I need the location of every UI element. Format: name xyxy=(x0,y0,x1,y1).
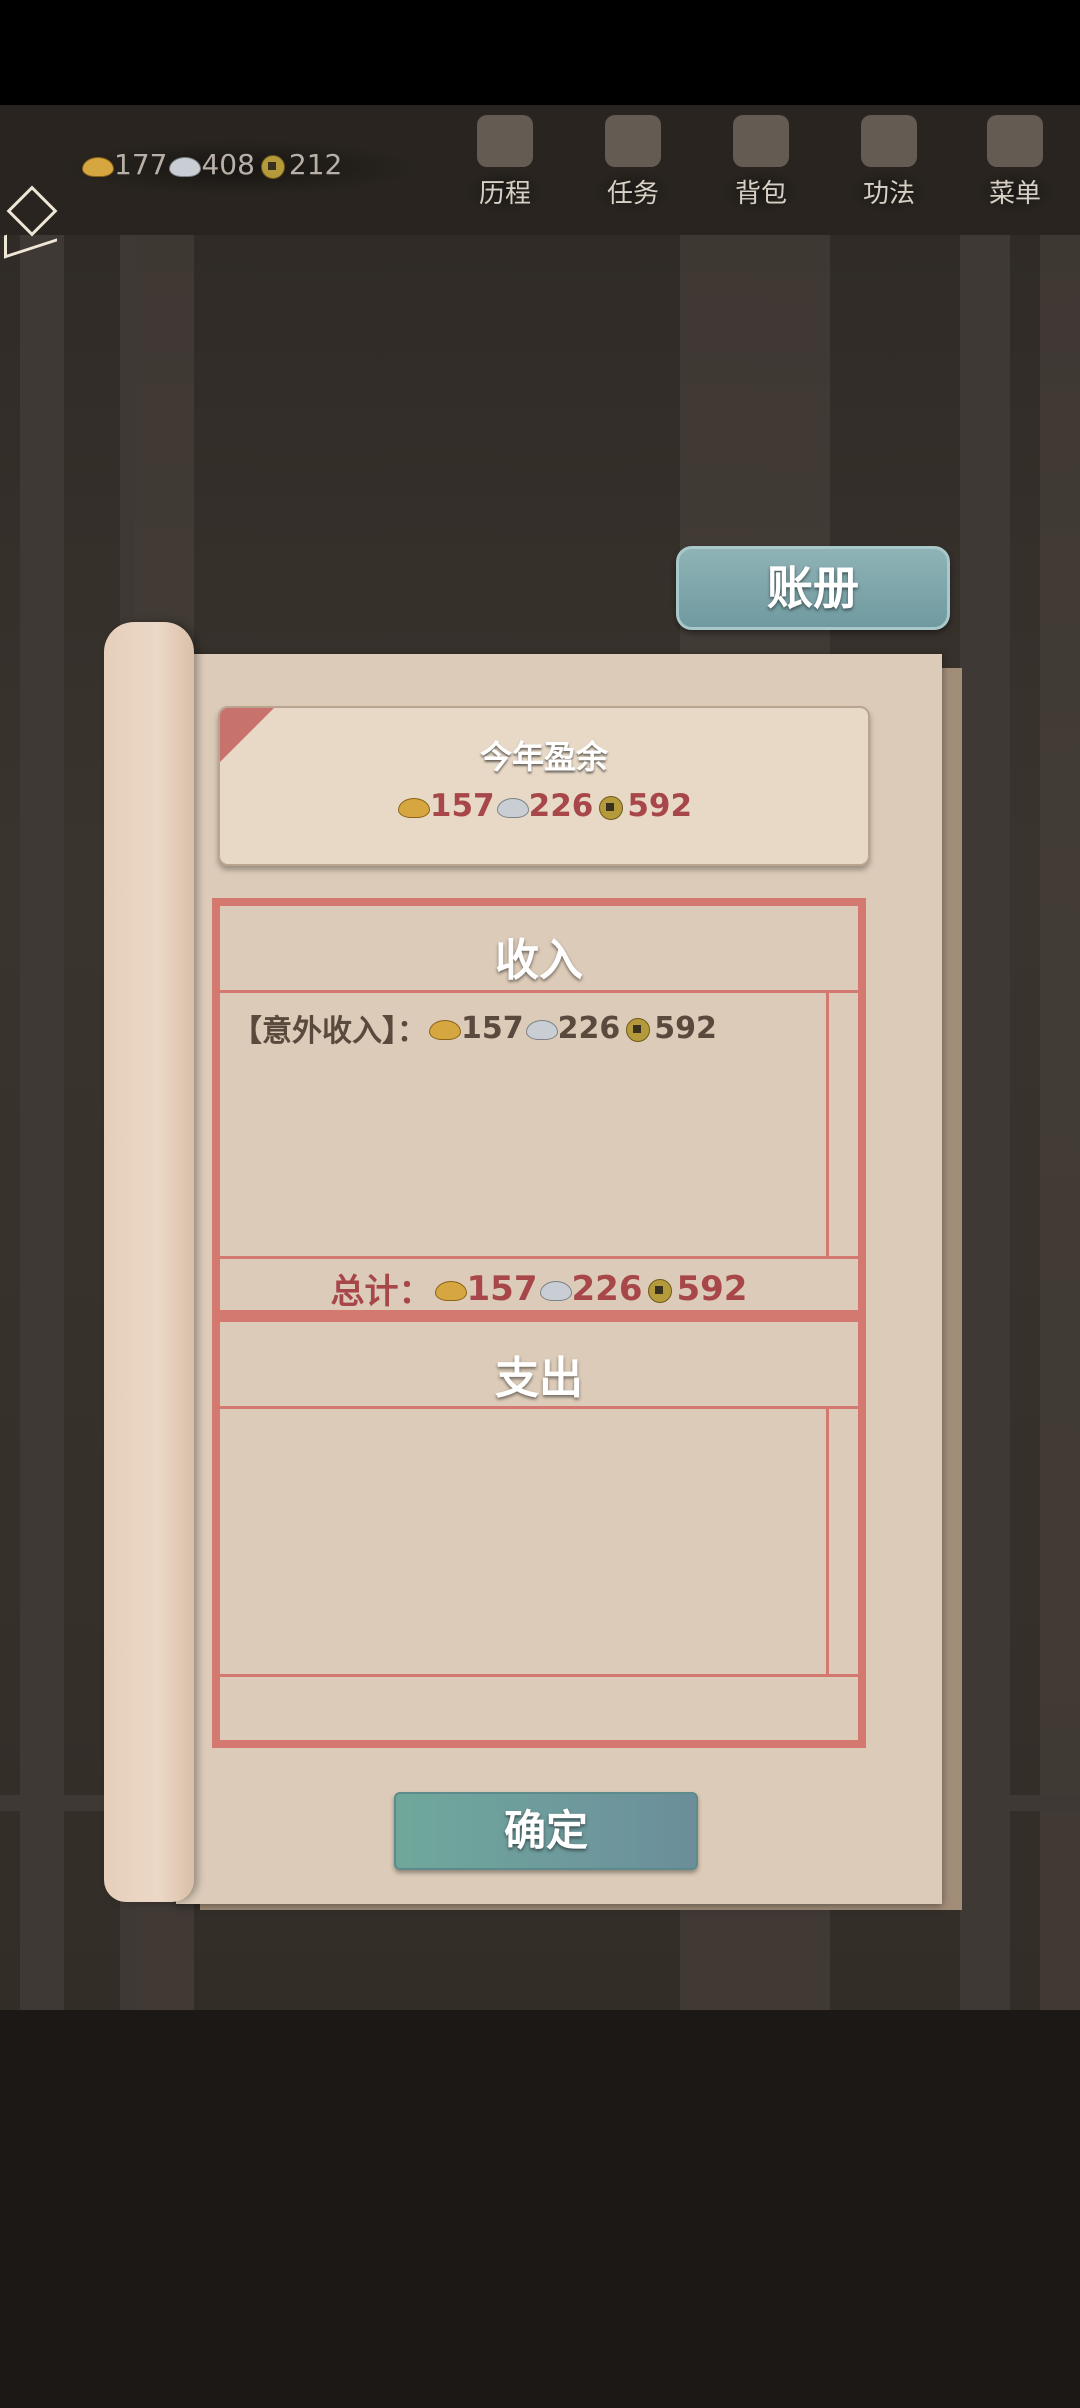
copper-coin-icon xyxy=(642,1277,676,1303)
nav-bag-label: 背包 xyxy=(722,171,799,212)
copper-coin-icon xyxy=(620,1016,654,1042)
scroll-sage-icon xyxy=(477,115,533,167)
currency-bar: 177 408 212 xyxy=(80,148,342,181)
income-entry: 【意外收入】： 157 226 592 xyxy=(232,1006,717,1050)
nav-tasks-label: 任务 xyxy=(594,171,671,212)
silver-value: 408 xyxy=(201,148,255,181)
income-entry-silver: 226 xyxy=(557,1010,621,1046)
gold-ingot-icon xyxy=(396,794,430,818)
income-total-label: 总计： xyxy=(330,1272,433,1312)
gold-currency: 177 xyxy=(80,148,167,181)
scroll-spine xyxy=(104,622,194,1902)
income-total-copper: 592 xyxy=(676,1268,748,1309)
divider xyxy=(220,1256,858,1259)
fan-icon xyxy=(987,115,1043,167)
silver-ingot-icon xyxy=(524,1016,558,1040)
surplus-amounts: 157 226 592 xyxy=(220,788,868,824)
nav-skills-button[interactable]: 功法 xyxy=(834,115,944,215)
nav-skills-label: 功法 xyxy=(850,171,927,212)
gold-ingot-icon xyxy=(433,1277,467,1301)
silver-ingot-icon xyxy=(495,794,529,818)
bundle-icon xyxy=(605,115,661,167)
bottom-area xyxy=(0,2010,1080,2408)
scroll-track[interactable] xyxy=(826,990,829,1258)
home-badge-icon[interactable] xyxy=(0,185,64,259)
income-total-silver: 226 xyxy=(571,1268,643,1309)
copper-currency: 212 xyxy=(255,148,342,181)
game-screen: 177 408 212 历程 任务 背包 功法 菜单 账册 今年盈余 157 2… xyxy=(0,0,1080,2408)
nav-bag-button[interactable]: 背包 xyxy=(706,115,816,215)
window-pane xyxy=(1040,235,1080,2015)
surplus-gold: 157 xyxy=(429,788,495,824)
copper-value: 212 xyxy=(288,148,343,181)
book-icon xyxy=(861,115,917,167)
pillar xyxy=(20,235,64,2015)
income-entry-copper: 592 xyxy=(654,1010,717,1046)
confirm-button[interactable]: 确定 xyxy=(394,1792,698,1870)
silver-currency: 408 xyxy=(167,148,255,181)
divider xyxy=(220,1674,858,1677)
copper-coin-icon xyxy=(255,153,289,179)
surplus-copper: 592 xyxy=(627,788,693,824)
silver-ingot-icon xyxy=(167,153,202,177)
expense-title: 支出 xyxy=(495,1353,583,1404)
annual-surplus-card: 今年盈余 157 226 592 xyxy=(218,706,870,866)
scroll-track[interactable] xyxy=(826,1406,829,1676)
ledger-title: 账册 xyxy=(676,546,950,630)
gold-value: 177 xyxy=(114,148,168,181)
pouch-icon xyxy=(733,115,789,167)
income-entry-label: 【意外收入】： xyxy=(232,1014,427,1049)
divider xyxy=(220,1406,858,1409)
nav-tasks-button[interactable]: 任务 xyxy=(578,115,688,215)
surplus-silver: 226 xyxy=(528,788,594,824)
nav-history-button[interactable]: 历程 xyxy=(450,115,560,215)
nav-menu-label: 菜单 xyxy=(976,171,1053,212)
surplus-title: 今年盈余 xyxy=(479,738,608,776)
copper-coin-icon xyxy=(593,794,627,820)
status-bar-area xyxy=(0,0,1080,105)
income-title: 收入 xyxy=(495,935,583,986)
pillar xyxy=(960,235,1010,2015)
income-total-gold: 157 xyxy=(466,1268,538,1309)
income-entry-gold: 157 xyxy=(461,1010,524,1046)
gold-ingot-icon xyxy=(80,153,114,177)
nav-history-label: 历程 xyxy=(466,171,543,212)
gold-ingot-icon xyxy=(427,1016,461,1040)
silver-ingot-icon xyxy=(538,1277,572,1301)
income-total: 总计： 157 226 592 xyxy=(220,1264,858,1313)
divider xyxy=(220,990,858,993)
nav-menu-button[interactable]: 菜单 xyxy=(960,115,1070,215)
